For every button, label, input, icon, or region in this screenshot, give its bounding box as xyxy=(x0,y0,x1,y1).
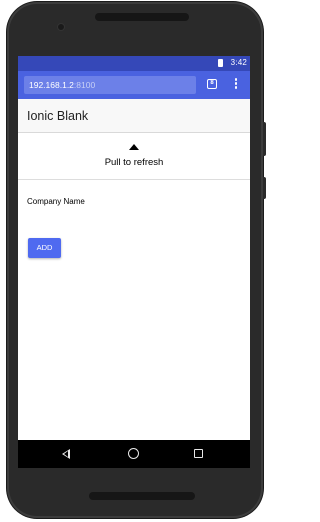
url-host: 192.168.1.2 xyxy=(29,80,74,90)
tabs-icon[interactable]: 8 xyxy=(207,79,217,89)
company-name-label: Company Name xyxy=(27,197,85,206)
pull-to-refresh[interactable]: Pull to refresh xyxy=(18,133,250,180)
recents-icon[interactable] xyxy=(194,449,203,458)
front-camera xyxy=(58,24,64,30)
url-port: :8100 xyxy=(73,80,96,90)
browser-toolbar: 192.168.1.2:8100 8 xyxy=(18,71,250,99)
phone-frame: 3:42 192.168.1.2:8100 8 Ionic Blank Pull… xyxy=(7,2,266,518)
status-time: 3:42 xyxy=(230,58,247,67)
volume-button[interactable] xyxy=(263,122,266,156)
arrow-up-icon xyxy=(129,144,139,150)
more-vert-icon[interactable] xyxy=(232,78,240,92)
url-bar[interactable]: 192.168.1.2:8100 xyxy=(24,76,196,94)
back-icon[interactable] xyxy=(62,449,70,459)
app-header: Ionic Blank xyxy=(18,99,250,133)
power-button[interactable] xyxy=(263,177,266,199)
home-icon[interactable] xyxy=(128,448,139,459)
status-bar: 3:42 xyxy=(18,56,250,71)
page-title: Ionic Blank xyxy=(27,109,89,123)
battery-icon xyxy=(218,59,223,67)
add-button[interactable]: ADD xyxy=(28,238,61,258)
pull-to-refresh-text: Pull to refresh xyxy=(104,157,164,168)
top-speaker xyxy=(95,13,189,21)
screen: 3:42 192.168.1.2:8100 8 Ionic Blank Pull… xyxy=(18,56,250,468)
system-nav-bar xyxy=(18,440,250,468)
bottom-speaker xyxy=(89,492,195,500)
